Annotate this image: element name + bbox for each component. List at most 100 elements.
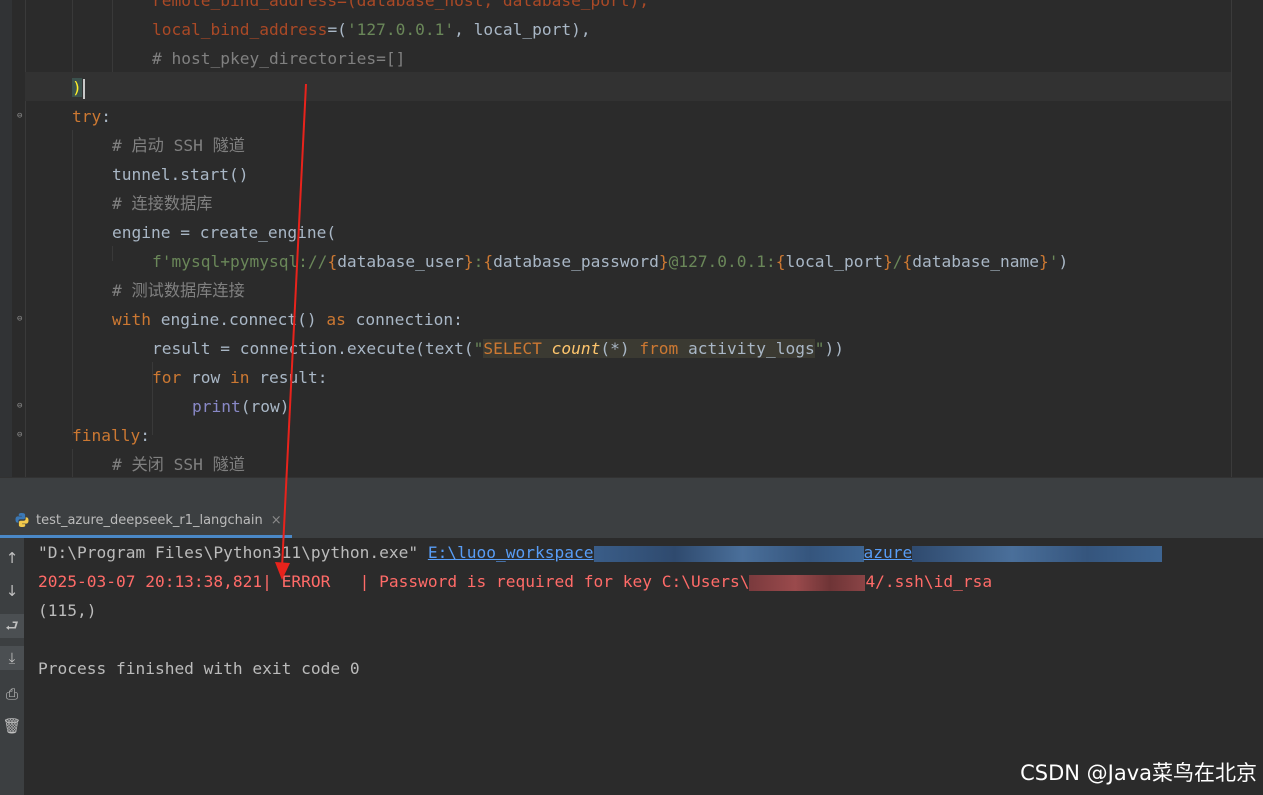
code-token: {: [902, 252, 913, 271]
error-text: 4/.ssh\id_rsa: [865, 572, 993, 591]
current-line-highlight: [25, 72, 1231, 101]
close-icon[interactable]: ×: [271, 513, 282, 528]
code-token: result = connection.execute(text(: [152, 339, 474, 358]
code-token: {: [327, 252, 338, 271]
sql-keyword: SELECT: [483, 339, 552, 358]
code-keyword: in: [229, 368, 250, 387]
code-string: @127.0.0.1:: [668, 252, 776, 271]
code-token: (*): [600, 339, 640, 358]
matched-paren: ): [72, 78, 82, 97]
code-token: activity_logs: [678, 339, 815, 358]
code-token: :: [140, 426, 150, 445]
indent-guide: [72, 449, 73, 477]
code-editor[interactable]: ⊖ ⊖ ⊖ ⊖ remote_bind_address=(database_ho…: [0, 0, 1263, 477]
code-keyword: try: [72, 107, 102, 126]
redacted-region: [912, 545, 1163, 562]
code-string: ': [1048, 252, 1059, 271]
editor-gutter: [0, 0, 12, 477]
code-string: /: [892, 252, 903, 271]
code-line: f'mysql+pymysql://{database_user}:{datab…: [152, 247, 1068, 276]
code-token: connection:: [345, 310, 463, 329]
redacted-region: [749, 574, 866, 591]
code-comment: # 测试数据库连接: [112, 281, 245, 300]
right-margin-guide: [1231, 0, 1232, 477]
script-path-link-tail[interactable]: azure: [864, 543, 913, 562]
redacted-region: [593, 545, 864, 562]
script-path-link[interactable]: E:\luoo_workspace: [428, 543, 594, 562]
console-output-line: (115,): [38, 601, 97, 620]
code-token: =(: [327, 20, 347, 39]
code-line: # 测试数据库连接: [112, 276, 245, 305]
code-line: # 连接数据库: [112, 189, 212, 218]
code-line: with engine.connect() as connection:: [112, 305, 463, 334]
python-icon: [15, 513, 29, 527]
fold-marker-icon[interactable]: ⊖: [17, 112, 26, 121]
code-keyword: with: [112, 310, 151, 329]
indent-guide: [72, 130, 73, 435]
code-string: :: [473, 252, 484, 271]
code-token: database_password: [493, 252, 659, 271]
console-error-line: 2025-03-07 20:13:38,821| ERROR | Passwor…: [38, 567, 992, 596]
indent-guide: [112, 246, 113, 261]
code-token: , local_port),: [454, 20, 591, 39]
code-token: result:: [249, 368, 328, 387]
code-token: }: [463, 252, 474, 271]
code-line: result = connection.execute(text("SELECT…: [152, 334, 844, 363]
console-command-line: "D:\Program Files\Python311\python.exe" …: [38, 538, 1163, 567]
code-token: (row): [240, 397, 290, 416]
code-line: # 启动 SSH 隧道: [112, 131, 245, 160]
code-keyword: for: [152, 368, 182, 387]
soft-wrap-icon[interactable]: ⮐: [0, 614, 24, 638]
code-comment: # host_pkey_directories=[]: [152, 49, 406, 68]
code-line: for row in result:: [152, 363, 327, 392]
run-tab-bar: test_azure_deepseek_r1_langchain ×: [0, 505, 1263, 539]
scroll-to-end-icon[interactable]: ⤓: [0, 646, 24, 670]
console-exit-line: Process finished with exit code 0: [38, 659, 360, 678]
sql-keyword: from: [639, 339, 679, 358]
code-token: {: [775, 252, 786, 271]
print-icon[interactable]: ⎙: [0, 682, 24, 706]
code-token: tunnel.start(): [112, 165, 249, 184]
run-tab[interactable]: test_azure_deepseek_r1_langchain ×: [0, 505, 292, 538]
fold-marker-icon[interactable]: ⊖: [17, 315, 26, 324]
indent-guide: [72, 0, 73, 72]
code-token: local_port: [785, 252, 883, 271]
code-line: # 关闭 SSH 隧道: [112, 450, 245, 477]
code-string: ": [814, 339, 825, 358]
code-token: )): [824, 339, 845, 358]
code-comment: # 启动 SSH 隧道: [112, 136, 245, 155]
console-toolbar: ↑ ↓ ⮐ ⤓ ⎙ 🗑: [0, 538, 24, 795]
sql-injection-region: SELECT count(*) from activity_logs: [483, 339, 815, 358]
code-string: ": [473, 339, 484, 358]
indent-guide: [112, 0, 113, 72]
code-token: engine.connect(): [150, 310, 327, 329]
code-token: {: [483, 252, 494, 271]
code-token: row: [181, 368, 230, 387]
code-token: local_bind_address: [152, 20, 328, 39]
code-line: # host_pkey_directories=[]: [152, 44, 405, 73]
code-line: remote_bind_address=(database_host, data…: [152, 0, 649, 15]
watermark: CSDN @Java菜鸟在北京: [1020, 761, 1257, 785]
text-caret: [82, 78, 85, 99]
up-arrow-icon[interactable]: ↑: [0, 546, 24, 570]
sql-function: count: [551, 339, 601, 358]
panel-splitter[interactable]: [0, 477, 1263, 506]
code-builtin: print: [192, 397, 241, 416]
code-comment: # 连接数据库: [112, 194, 213, 213]
code-token: :: [101, 107, 111, 126]
code-line: engine = create_engine(: [112, 218, 336, 247]
code-token: remote_bind_address=(database_host, data…: [152, 0, 650, 10]
code-token: }: [883, 252, 893, 271]
run-console[interactable]: ↑ ↓ ⮐ ⤓ ⎙ 🗑 "D:\Program Files\Python311\…: [0, 538, 1263, 795]
code-comment: # 关闭 SSH 隧道: [112, 455, 245, 474]
code-token: engine = create_engine(: [112, 223, 337, 242]
fold-marker-icon[interactable]: ⊖: [17, 431, 26, 440]
code-token: database_name: [912, 252, 1039, 271]
code-line: finally:: [72, 421, 150, 450]
fold-marker-icon[interactable]: ⊖: [17, 402, 26, 411]
trash-icon[interactable]: 🗑: [0, 714, 24, 738]
code-line: local_bind_address=('127.0.0.1', local_p…: [152, 15, 591, 44]
code-line: try:: [72, 102, 111, 131]
code-token: '127.0.0.1': [346, 20, 455, 39]
down-arrow-icon[interactable]: ↓: [0, 579, 24, 603]
